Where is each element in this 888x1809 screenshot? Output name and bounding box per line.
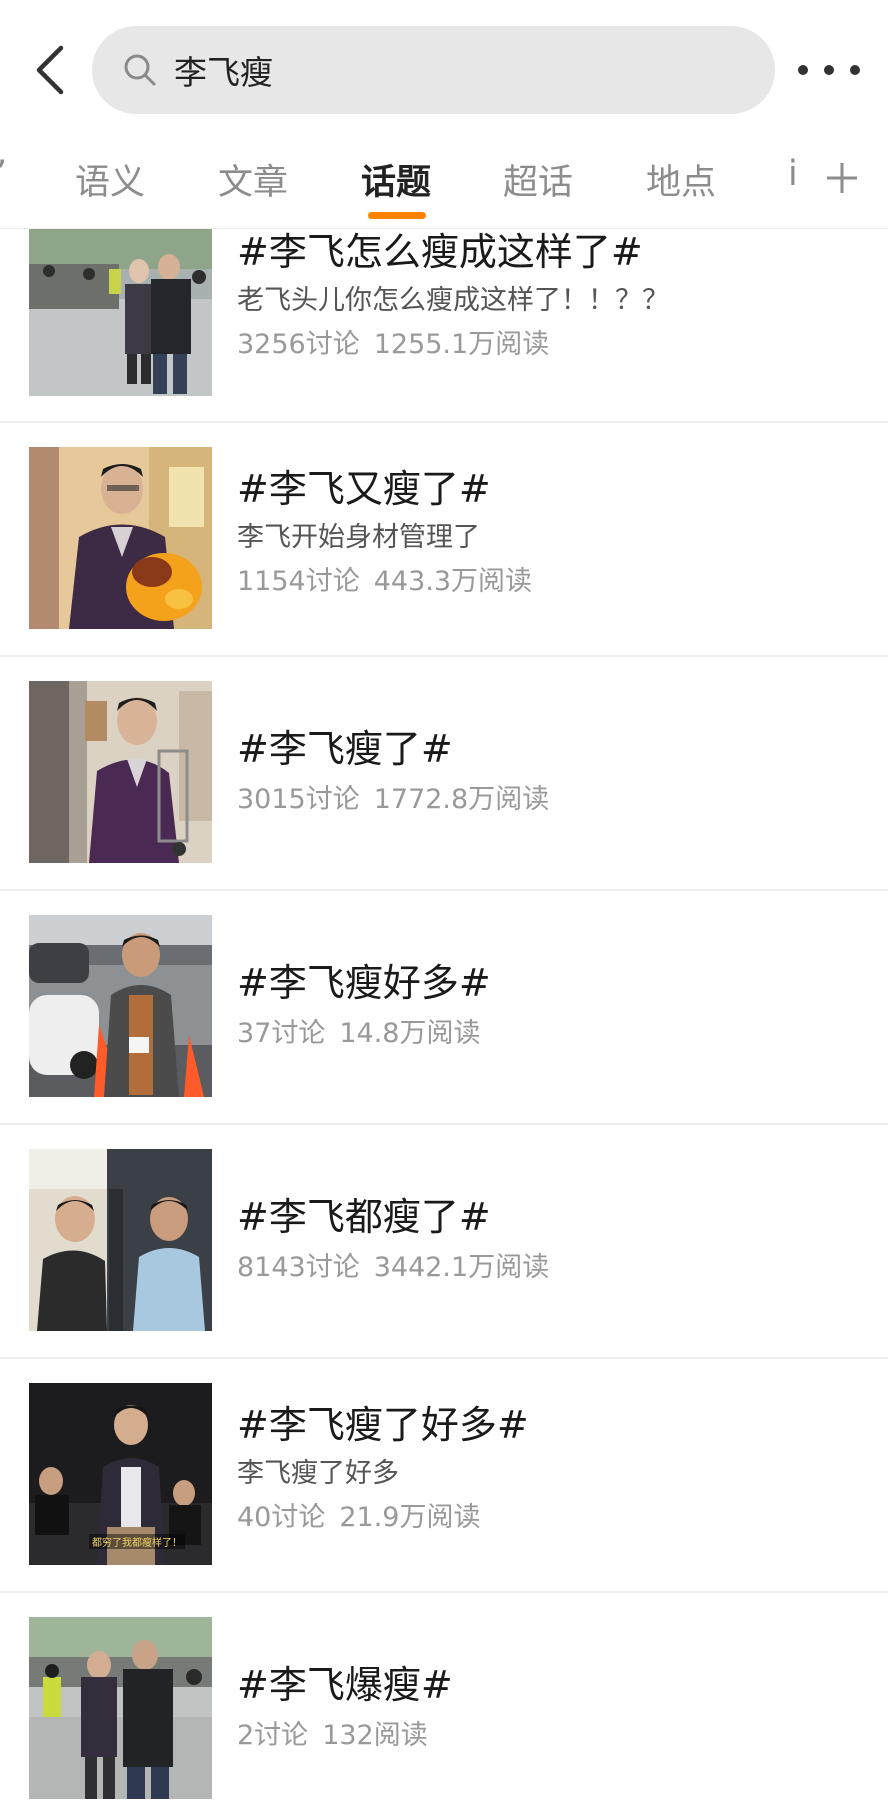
topic-description: 李飞开始身材管理了 xyxy=(237,522,480,553)
discussion-count: 3015讨论 xyxy=(237,784,360,815)
top-bar xyxy=(0,0,888,140)
topic-stats: 3256讨论 1255.1万阅读 xyxy=(237,323,857,367)
plus-icon xyxy=(827,163,857,193)
topic-title: #李飞又瘦了# xyxy=(237,467,491,511)
tab-super-topics[interactable]: 超话 xyxy=(503,154,573,205)
topic-stats: 37讨论 14.8万阅读 xyxy=(237,1012,857,1056)
topic-row[interactable]: #李飞都瘦了# 8143讨论 3442.1万阅读 xyxy=(0,1124,888,1359)
more-dot-icon xyxy=(798,65,808,75)
more-dot-icon xyxy=(824,65,834,75)
read-count: 21.9万阅读 xyxy=(339,1502,481,1533)
topic-row[interactable]: 都穷了我都瘦样了！ #李飞瘦了好多# 李飞瘦了好多 40讨论 21.9万阅读 xyxy=(0,1358,888,1593)
read-count: 14.8万阅读 xyxy=(339,1018,481,1049)
topic-info: #李飞爆瘦# 2讨论 132阅读 xyxy=(237,1660,857,1758)
topic-thumbnail xyxy=(29,681,212,863)
back-button[interactable] xyxy=(28,38,72,102)
topic-info: #李飞怎么瘦成这样了# 老飞头儿你怎么瘦成这样了！！？？ 3256讨论 1255.… xyxy=(237,227,857,367)
topic-stats: 2讨论 132阅读 xyxy=(237,1714,857,1758)
active-tab-indicator xyxy=(368,212,426,219)
add-tab-button[interactable] xyxy=(822,154,862,202)
read-count: 1255.1万阅读 xyxy=(373,329,550,360)
read-count: 3442.1万阅读 xyxy=(373,1252,550,1283)
discussion-count: 37讨论 xyxy=(237,1018,326,1049)
discussion-count: 1154讨论 xyxy=(237,566,360,597)
topic-info: #李飞瘦了好多# 李飞瘦了好多 40讨论 21.9万阅读 xyxy=(237,1400,857,1540)
topic-info: #李飞又瘦了# 李飞开始身材管理了 1154讨论 443.3万阅读 xyxy=(237,464,857,604)
topic-info: #李飞瘦了# 3015讨论 1772.8万阅读 xyxy=(237,724,857,822)
tab-articles[interactable]: 文章 xyxy=(218,154,288,205)
topic-info: #李飞都瘦了# 8143讨论 3442.1万阅读 xyxy=(237,1192,857,1290)
chevron-left-icon xyxy=(36,45,64,95)
topic-title: #李飞都瘦了# xyxy=(237,1195,491,1239)
topic-thumbnail: 都穷了我都瘦样了！ xyxy=(29,1383,212,1565)
discussion-count: 2讨论 xyxy=(237,1720,309,1751)
topic-title: #李飞瘦了# xyxy=(237,727,453,771)
topic-title: #李飞怎么瘦成这样了# xyxy=(237,230,643,274)
topic-thumbnail xyxy=(29,1149,212,1331)
search-tabs: ’ 语义 文章 话题 超话 地点 i xyxy=(0,140,888,229)
thumbnail-caption: 都穷了我都瘦样了！ xyxy=(89,1534,185,1549)
search-icon xyxy=(124,54,156,86)
topic-thumbnail xyxy=(29,915,212,1097)
topic-thumbnail xyxy=(29,229,212,396)
search-box[interactable] xyxy=(92,26,775,114)
more-dot-icon xyxy=(850,65,860,75)
read-count: 132阅读 xyxy=(322,1720,428,1751)
topic-title: #李飞瘦了好多# xyxy=(237,1403,529,1447)
topic-stats: 40讨论 21.9万阅读 xyxy=(237,1496,857,1540)
more-options-button[interactable] xyxy=(798,50,860,90)
discussion-count: 40讨论 xyxy=(237,1502,326,1533)
read-count: 1772.8万阅读 xyxy=(373,784,550,815)
topic-stats: 8143讨论 3442.1万阅读 xyxy=(237,1246,857,1290)
topic-row[interactable]: #李飞瘦了# 3015讨论 1772.8万阅读 xyxy=(0,656,888,891)
tab-topics[interactable]: 话题 xyxy=(361,154,431,205)
topic-row[interactable]: #李飞瘦好多# 37讨论 14.8万阅读 xyxy=(0,890,888,1125)
topic-description: 李飞瘦了好多 xyxy=(237,1458,399,1489)
topic-description: 老飞头儿你怎么瘦成这样了！！？？ xyxy=(237,285,669,316)
tab-places[interactable]: 地点 xyxy=(646,154,716,205)
topic-stats: 3015讨论 1772.8万阅读 xyxy=(237,778,857,822)
topic-title: #李飞瘦好多# xyxy=(237,961,491,1005)
topic-row[interactable]: #李飞爆瘦# 2讨论 132阅读 xyxy=(0,1592,888,1809)
topic-title: #李飞爆瘦# xyxy=(237,1663,453,1707)
tab-semantic[interactable]: 语义 xyxy=(75,154,145,205)
topic-stats: 1154讨论 443.3万阅读 xyxy=(237,560,857,604)
discussion-count: 3256讨论 xyxy=(237,329,360,360)
topic-thumbnail xyxy=(29,1617,212,1799)
search-input[interactable] xyxy=(174,50,734,90)
tab-partial-left[interactable]: ’ xyxy=(0,154,7,194)
topic-info: #李飞瘦好多# 37讨论 14.8万阅读 xyxy=(237,958,857,1056)
tab-partial-right[interactable]: i xyxy=(788,154,798,194)
discussion-count: 8143讨论 xyxy=(237,1252,360,1283)
topic-row[interactable]: #李飞又瘦了# 李飞开始身材管理了 1154讨论 443.3万阅读 xyxy=(0,422,888,657)
read-count: 443.3万阅读 xyxy=(373,566,533,597)
topic-thumbnail xyxy=(29,447,212,629)
topic-row[interactable]: #李飞怎么瘦成这样了# 老飞头儿你怎么瘦成这样了！！？？ 3256讨论 1255.… xyxy=(0,229,888,423)
